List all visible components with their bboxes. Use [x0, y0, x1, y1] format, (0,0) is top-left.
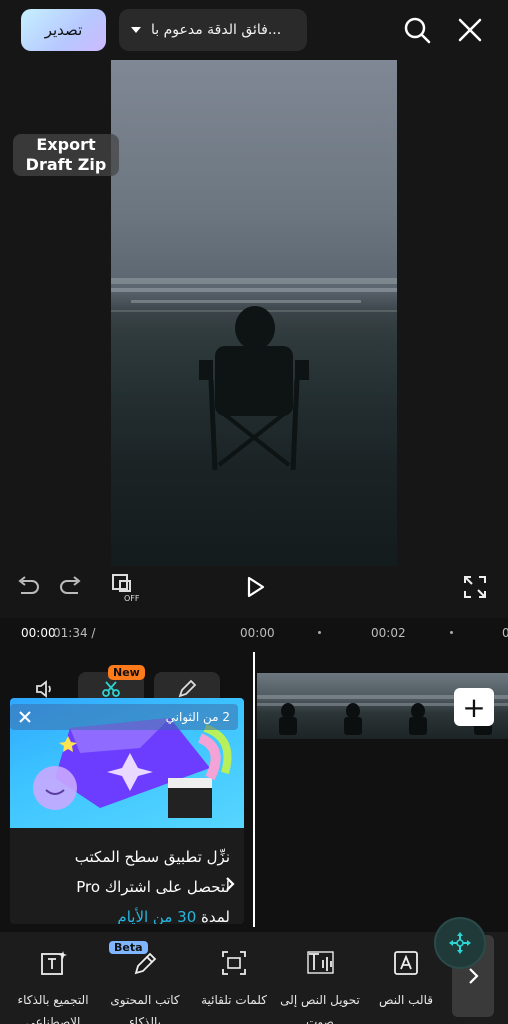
tool-label: الاصطناعي	[25, 1015, 81, 1024]
beta-badge: Beta	[109, 941, 148, 954]
ruler-tick: 00:00	[240, 626, 275, 640]
keyframe-off-icon[interactable]: OFF	[110, 572, 140, 602]
close-icon[interactable]	[18, 710, 32, 724]
tool-label: كاتب المحتوى	[110, 993, 180, 1007]
text-template-icon	[394, 951, 418, 975]
top-bar: تصدير فائق الدقة مدعوم با...	[0, 0, 508, 60]
add-clip-button[interactable]: +	[454, 688, 494, 726]
export-button[interactable]: تصدير	[21, 9, 106, 51]
move-handle-button[interactable]	[434, 917, 486, 969]
bottom-toolbar: التجميع بالذكاء الاصطناعي كاتب المحتوى ب…	[0, 932, 508, 1024]
text-to-speech-icon	[307, 951, 334, 974]
move-arrows-icon	[449, 932, 471, 954]
playhead[interactable]	[253, 652, 255, 927]
video-frame	[111, 278, 397, 471]
text-sparkle-icon	[41, 951, 67, 975]
playback-controls: OFF	[0, 566, 508, 618]
tool-ai-compose[interactable]: التجميع بالذكاء الاصطناعي	[13, 948, 93, 1024]
ruler-dot	[450, 631, 453, 634]
current-time: 00:00	[21, 626, 56, 640]
close-icon[interactable]	[454, 14, 486, 46]
ruler-tick: 00:02	[371, 626, 406, 640]
promo-line3-prefix: لمدة	[196, 908, 230, 924]
tool-label: قالب النص	[379, 993, 433, 1007]
svg-text:OFF: OFF	[124, 594, 140, 602]
promo-timer: 2 من الثواني	[10, 704, 238, 730]
ruler-tick: 0	[502, 626, 508, 640]
promo-line3-suffix: من الأيام	[117, 908, 178, 924]
export-draft-zip-button[interactable]: Export Draft Zip	[13, 134, 119, 176]
promo-timer-text: 2 من الثواني	[165, 710, 230, 724]
ruler-dot	[318, 631, 321, 634]
tool-ai-writer[interactable]: كاتب المحتوى بالذكاء الاصطناعي	[105, 948, 185, 1024]
tool-text-template[interactable]: قالب النص	[366, 948, 446, 1011]
tool-label: التجميع بالذكاء	[17, 993, 89, 1007]
tool-label: بالذكاء الاصطناعي	[129, 1015, 161, 1024]
resolution-select[interactable]: فائق الدقة مدعوم با...	[119, 9, 307, 51]
tool-label: تحويل النص إلى	[280, 993, 360, 1007]
search-icon[interactable]	[401, 14, 433, 46]
preview-area: Export Draft Zip	[0, 60, 508, 566]
captions-icon	[222, 951, 246, 975]
tool-label: كلمات تلقائية	[201, 993, 267, 1007]
tool-text-to-speech[interactable]: تحويل النص إلى صوت	[280, 948, 360, 1024]
promo-line1: نزِّل تطبيق سطح المكتب	[74, 848, 230, 866]
draft-zip-label-line1: Export	[36, 135, 96, 154]
new-badge: New	[108, 665, 145, 680]
time-ruler[interactable]: 00:00 01:34 / 00:00 00:02 0	[0, 618, 508, 652]
tool-label: صوت	[306, 1015, 334, 1024]
promo-line2: لتحصل على اشتراك Pro	[76, 878, 230, 896]
promo-line3: لمدة 30 من الأيام	[24, 902, 230, 924]
undo-icon[interactable]	[57, 572, 87, 602]
draft-zip-label-line2: Draft Zip	[25, 155, 107, 174]
video-preview[interactable]	[111, 60, 397, 566]
resolution-label: فائق الدقة مدعوم با...	[151, 22, 282, 38]
promo-text: نزِّل تطبيق سطح المكتب لتحصل على اشتراك …	[10, 828, 244, 924]
chevron-down-icon	[131, 27, 141, 33]
fullscreen-icon[interactable]	[460, 572, 490, 602]
promo-card[interactable]: 2 من الثواني نزِّل تطبيق سطح المكتب لتحص…	[10, 698, 244, 924]
promo-image: 2 من الثواني	[10, 698, 244, 828]
total-time: 01:34 /	[53, 626, 96, 640]
redo-icon[interactable]	[12, 572, 42, 602]
tool-auto-captions[interactable]: كلمات تلقائية	[194, 948, 274, 1011]
chevron-right-icon[interactable]	[220, 874, 240, 894]
play-icon[interactable]	[240, 572, 270, 602]
promo-days-number: 30	[177, 908, 197, 924]
